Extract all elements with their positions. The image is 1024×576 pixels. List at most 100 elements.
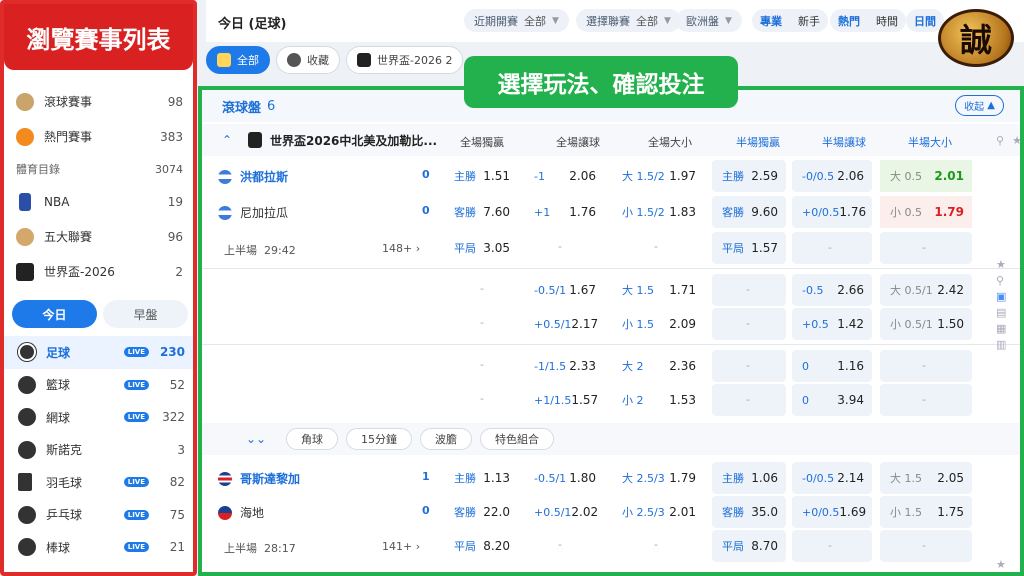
live-badge: LIVE [123, 379, 149, 390]
league-dropdown[interactable]: 選擇聯賽 全部 ▼ [576, 9, 681, 32]
odd-cell[interactable]: +0/0.5 1.76 [792, 196, 872, 228]
odd-cell[interactable]: 主勝 1.06 [712, 462, 786, 494]
odd-cell[interactable]: 0 1.16 [792, 350, 872, 382]
odd-cell[interactable]: 小 1.5 2.09 [612, 308, 704, 340]
odd-cell[interactable]: 平局 8.70 [712, 530, 786, 562]
more-markets-link[interactable]: 148+ › [382, 242, 420, 255]
odd-cell[interactable]: 小 1.5 1.75 [880, 496, 972, 528]
tab-early[interactable]: 早盤 [103, 300, 188, 328]
odd-cell[interactable]: +0.5/1 2.17 [524, 308, 604, 340]
sidebar-item-worldcup[interactable]: 世界盃-2026 2 [4, 254, 193, 289]
stats-icon[interactable]: ▣ [996, 290, 1008, 303]
odd-cell[interactable]: -0.5/1 1.80 [524, 462, 604, 494]
tab-specials[interactable]: 特色組合 [480, 428, 554, 450]
odd-cell[interactable]: 客勝 7.60 [444, 196, 518, 228]
sidebar-item-top5[interactable]: 五大聯賽 96 [4, 219, 193, 254]
odd-cell[interactable]: +0.5/1 2.02 [524, 496, 604, 528]
mode-novice[interactable]: 新手 [790, 13, 828, 29]
odd-cell[interactable]: 主勝 1.13 [444, 462, 518, 494]
odd-cell[interactable]: - [792, 530, 872, 562]
odd-cell[interactable]: -0/0.5 2.14 [792, 462, 872, 494]
odd-cell[interactable]: -1/1.5 2.33 [524, 350, 604, 382]
filter-all[interactable]: 全部 [206, 46, 270, 74]
sport-item-badminton[interactable]: 羽毛球 LIVE 82 [4, 466, 193, 499]
chart-icon[interactable]: ▥ [996, 338, 1008, 351]
odd-cell[interactable]: - [880, 530, 972, 562]
odd-cell[interactable]: 平局 8.20 [444, 530, 518, 562]
sport-item-tabletennis[interactable]: 乒乓球 LIVE 75 [4, 499, 193, 532]
sort-dropdown[interactable]: 近期開賽 全部 ▼ [464, 9, 569, 32]
odd-cell[interactable]: 大 1.5 2.05 [880, 462, 972, 494]
odd-cell[interactable]: 大 2.5/3 1.79 [612, 462, 704, 494]
filter-favorites[interactable]: 收藏 [276, 46, 340, 74]
sport-item-snooker[interactable]: 斯諾克 3 [4, 434, 193, 467]
odd-cell[interactable]: - [880, 350, 972, 382]
tab-corners[interactable]: 角球 [286, 428, 338, 450]
odd-cell[interactable]: 平局 1.57 [712, 232, 786, 264]
odd-cell[interactable]: 客勝 35.0 [712, 496, 786, 528]
odd-cell[interactable]: +0/0.5 1.69 [792, 496, 872, 528]
tab-correct-score[interactable]: 波膽 [420, 428, 472, 450]
odd-cell[interactable]: 主勝 2.59 [712, 160, 786, 192]
odd-cell[interactable]: 0 3.94 [792, 384, 872, 416]
odd-cell[interactable]: - [712, 308, 786, 340]
league-value: 全部 [636, 14, 658, 28]
odd-cell[interactable]: 小 2 1.53 [612, 384, 704, 416]
odd-cell[interactable]: 大 2 2.36 [612, 350, 704, 382]
odd-cell[interactable]: - [792, 232, 872, 264]
odd-cell[interactable]: - [880, 232, 972, 264]
odd-cell[interactable]: 客勝 22.0 [444, 496, 518, 528]
odd-cell[interactable]: - [880, 384, 972, 416]
odd-handicap: 客勝 [454, 506, 476, 519]
collapse-button[interactable]: 收起 ▲ [955, 95, 1004, 116]
odd-cell[interactable]: -0.5 2.66 [792, 274, 872, 306]
sport-item-soccer[interactable]: 足球 LIVE 230 [4, 336, 193, 369]
date-toggle[interactable]: 日間 [906, 9, 944, 32]
table-icon[interactable]: ▦ [996, 322, 1008, 335]
star-icon[interactable]: ★ [996, 558, 1008, 571]
odd-cell[interactable]: 小 1.5/2 1.83 [612, 196, 704, 228]
odd-cell[interactable]: 客勝 9.60 [712, 196, 786, 228]
filter-worldcup[interactable]: 世界盃-2026 2 [346, 46, 464, 74]
odd-cell[interactable]: - [712, 384, 786, 416]
odd-cell[interactable]: -0/0.5 2.06 [792, 160, 872, 192]
odds-dropdown[interactable]: 歐洲盤 ▼ [676, 9, 742, 32]
sport-item-baseball[interactable]: 棒球 LIVE 21 [4, 531, 193, 564]
pin-icon[interactable]: ⚲ [996, 274, 1008, 287]
empty-odd: - [654, 538, 658, 551]
sidebar-item-live[interactable]: 滾球賽事 98 [4, 84, 193, 119]
odd-cell[interactable]: -1 2.06 [524, 160, 604, 192]
odd-cell[interactable]: 大 0.5/1 2.42 [880, 274, 972, 306]
sport-item-tennis[interactable]: 網球 LIVE 322 [4, 401, 193, 434]
soccer-icon [18, 343, 36, 362]
double-chevron-down-icon[interactable]: ⌄⌄ [246, 432, 286, 446]
view-hot[interactable]: 熱門 [830, 13, 868, 29]
tab-today[interactable]: 今日 [12, 300, 97, 328]
sidebar-item-nba[interactable]: NBA 19 [4, 184, 193, 219]
sidebar-item-hot[interactable]: 熱門賽事 383 [4, 119, 193, 154]
more-markets-link[interactable]: 141+ › [382, 540, 420, 553]
chevron-up-icon[interactable]: ⌃ [222, 133, 240, 147]
odd-cell[interactable]: +1 1.76 [524, 196, 604, 228]
mode-pro[interactable]: 專業 [752, 13, 790, 29]
odd-cell[interactable]: 大 1.5 1.71 [612, 274, 704, 306]
field-icon[interactable]: ▤ [996, 306, 1008, 319]
view-time[interactable]: 時間 [868, 13, 906, 29]
sport-item-basketball[interactable]: 籃球 LIVE 52 [4, 369, 193, 402]
odd-cell[interactable]: 小 0.5 1.79 [880, 196, 972, 228]
star-icon[interactable]: ★ [992, 134, 1020, 147]
odd-cell[interactable]: 小 2.5/3 2.01 [612, 496, 704, 528]
odd-cell[interactable]: +0.5 1.42 [792, 308, 872, 340]
tab-15min[interactable]: 15分鐘 [346, 428, 412, 450]
odd-cell[interactable]: 大 1.5/2 1.97 [612, 160, 704, 192]
odd-cell[interactable]: - [712, 350, 786, 382]
odd-cell[interactable]: +1/1.5 1.57 [524, 384, 604, 416]
odd-cell[interactable]: 大 0.5 2.01 [880, 160, 972, 192]
odd-cell[interactable]: - [712, 274, 786, 306]
odd-cell[interactable]: -0.5/1 1.67 [524, 274, 604, 306]
odd-cell[interactable]: 小 0.5/1 1.50 [880, 308, 972, 340]
star-icon[interactable]: ★ [996, 258, 1008, 271]
odd-cell[interactable]: 主勝 1.51 [444, 160, 518, 192]
odd-cell[interactable]: 平局 3.05 [444, 232, 518, 264]
star-icon [287, 53, 301, 67]
